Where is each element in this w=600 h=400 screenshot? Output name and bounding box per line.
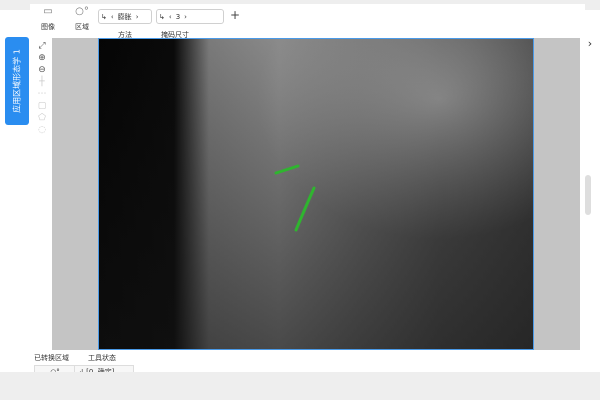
zoom-out-icon[interactable]: ⊖ <box>34 64 50 76</box>
mask-size-prev-button[interactable]: ‹ <box>167 13 174 21</box>
crosshair-icon[interactable]: ┼ <box>34 76 50 88</box>
fit-view-icon[interactable]: ⤢ <box>34 40 50 52</box>
mask-size-stepper[interactable]: ↳ ‹ 3 › <box>156 9 224 24</box>
mask-size-value: 3 <box>175 12 181 21</box>
region-segment-1 <box>274 164 300 175</box>
polygon-tool-icon[interactable]: ⬠ <box>34 112 50 124</box>
line-tool-icon[interactable]: ⋯ <box>34 88 50 100</box>
region-input-group[interactable]: ○° 区域 <box>72 6 92 32</box>
method-prev-button[interactable]: ‹ <box>109 13 116 21</box>
circle-tool-icon[interactable]: ◌ <box>34 124 50 136</box>
link-arrow-icon: ↳ <box>101 12 107 21</box>
rectangle-tool-icon[interactable]: ▢ <box>34 100 50 112</box>
image-icon[interactable]: ▭ <box>38 6 58 18</box>
viewer-toolbar: ⤢ ⊕ ⊖ ┼ ⋯ ▢ ⬠ ◌ <box>34 40 50 136</box>
region-segment-2 <box>294 186 316 232</box>
bottom-strip <box>0 372 600 400</box>
link-arrow-icon: ↳ <box>159 12 165 21</box>
method-value: 膨胀 <box>117 12 132 21</box>
tool-tab[interactable]: 应用区域形态学 1 <box>5 37 29 125</box>
side-scroll-handle[interactable] <box>585 175 591 215</box>
image-input-group[interactable]: ▭ 图像 <box>38 6 58 32</box>
method-next-button[interactable]: › <box>134 13 141 21</box>
mask-size-next-button[interactable]: › <box>182 13 189 21</box>
tool-tab-label: 应用区域形态学 1 <box>12 49 22 113</box>
tool-state-label: 工具状态 <box>88 354 116 362</box>
expand-panel-icon[interactable]: › <box>584 38 596 50</box>
region-label: 区域 <box>75 23 89 31</box>
region-overlay <box>274 164 316 232</box>
region-lasso-icon[interactable]: ○° <box>72 6 92 18</box>
method-stepper[interactable]: ↳ ‹ 膨胀 › <box>98 9 152 24</box>
zoom-in-icon[interactable]: ⊕ <box>34 52 50 64</box>
toolbar: ▭ 图像 ○° 区域 ↳ ‹ 膨胀 › 方法 ↳ ‹ 3 › 掩码尺寸 + <box>30 4 585 39</box>
add-parameter-button[interactable]: + <box>228 9 242 22</box>
selected-region-label: 已转换区域 <box>34 354 69 362</box>
image-label: 图像 <box>41 23 55 31</box>
